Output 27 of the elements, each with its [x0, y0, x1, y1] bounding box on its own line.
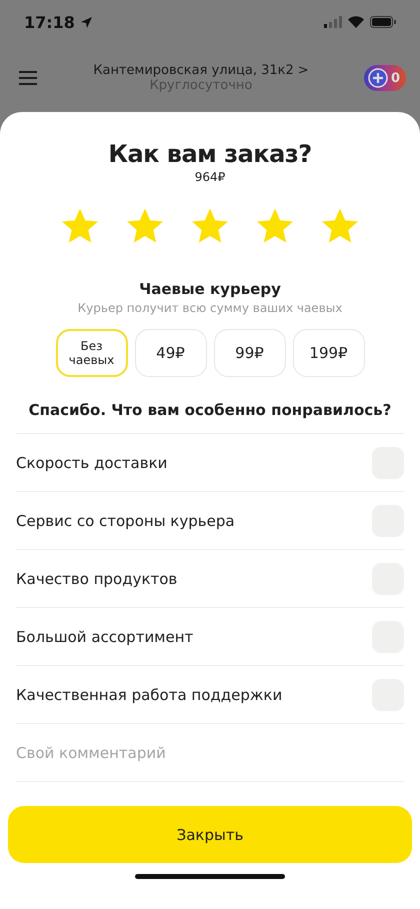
menu-icon[interactable]	[18, 70, 38, 86]
plus-icon	[368, 68, 388, 88]
chevron-text[interactable]: >	[298, 63, 309, 78]
plus-points-badge[interactable]: 0	[364, 65, 406, 91]
sheet-title: Как вам заказ?	[108, 140, 312, 168]
feedback-option[interactable]: Сервис со стороны курьера	[16, 512, 235, 530]
close-button[interactable]: Закрыть	[8, 806, 412, 863]
tip-option[interactable]: Без чаевых	[56, 329, 128, 377]
wifi-icon	[348, 16, 364, 28]
status-time: 17:18	[24, 12, 75, 32]
feedback-option[interactable]: Большой ассортимент	[16, 628, 194, 646]
order-price: 964₽	[194, 170, 226, 184]
signal-icon	[324, 16, 342, 28]
points-count: 0	[390, 70, 400, 86]
feedback-question: Спасибо. Что вам особенно понравилось?	[28, 401, 392, 419]
battery-icon	[370, 16, 396, 28]
feedback-option[interactable]: Скорость доставки	[16, 454, 168, 472]
tip-option[interactable]: 99₽	[214, 329, 286, 377]
tip-option[interactable]: 49₽	[134, 329, 206, 377]
comment-field[interactable]: Свой комментарий	[16, 724, 404, 782]
tips-title: Чаевые курьеру	[139, 280, 281, 298]
feedback-option[interactable]: Качество продуктов	[16, 570, 178, 588]
location-arrow-icon	[80, 16, 93, 28]
feedback-option[interactable]: Качественная работа поддержки	[16, 686, 282, 704]
tip-option[interactable]: 199₽	[292, 329, 364, 377]
tips-subtitle: Курьер получит всю сумму ваших чаевых	[78, 301, 342, 315]
delivery-address[interactable]: Кантемировская улица, 31к2	[93, 63, 294, 78]
